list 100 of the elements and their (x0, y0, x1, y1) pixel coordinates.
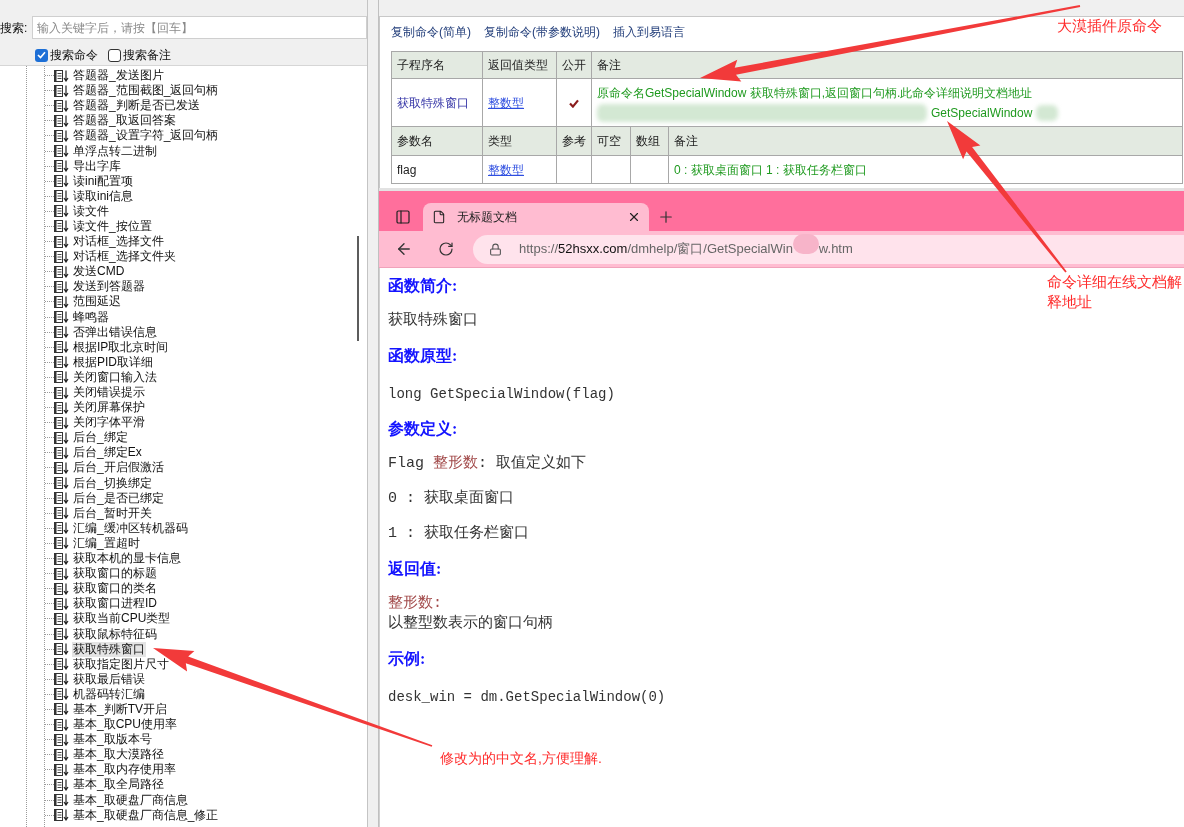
browser-tab[interactable]: 无标题文档 (423, 203, 649, 231)
tree-item[interactable]: 基本_取版本号 (72, 732, 153, 748)
tree-item[interactable]: 关闭字体平滑 (72, 415, 146, 431)
tree-item[interactable]: 读取ini信息 (72, 188, 134, 204)
tree-item[interactable]: 后台_开启假激活 (72, 460, 165, 476)
tree-item[interactable]: 导出字库 (72, 158, 122, 174)
document-arrow-icon (54, 567, 69, 580)
tree-item[interactable]: 范围延迟 (72, 294, 122, 310)
tree-item[interactable]: 后台_是否已绑定 (72, 490, 165, 506)
document-arrow-icon (54, 597, 69, 610)
tree-item[interactable]: 关闭错误提示 (72, 385, 146, 400)
page-icon (432, 210, 446, 224)
document-arrow-icon (54, 748, 69, 761)
tree-item[interactable]: 否弹出错误信息 (72, 324, 158, 340)
document-arrow-icon (54, 326, 69, 339)
tree-item[interactable]: 发送到答题器 (72, 279, 146, 295)
tree-item[interactable]: 后台_绑定Ex (72, 445, 143, 461)
tree-item[interactable]: 获取窗口的标题 (72, 566, 158, 582)
tree-item[interactable]: 后台_暂时开关 (72, 505, 153, 521)
document-arrow-icon (54, 416, 69, 429)
tree-item[interactable]: 获取最后错误 (72, 671, 146, 687)
tree-item[interactable]: 根据PID取详细 (72, 354, 154, 370)
toolbar-link[interactable]: 复制命令(简单) (391, 23, 471, 41)
document-arrow-icon (54, 401, 69, 414)
tree-item[interactable]: 发送CMD (72, 264, 126, 280)
tree-item[interactable]: 后台_绑定 (72, 430, 129, 446)
scrollbar-thumb[interactable] (357, 236, 359, 341)
document-arrow-icon (54, 205, 69, 218)
tree-item[interactable]: 基本_取硬盘厂商信息_修正 (72, 807, 220, 823)
search-label: 搜索: (0, 19, 29, 37)
search-field[interactable]: 输入关键字后，请按【回车】 (32, 16, 367, 39)
document-arrow-icon (54, 69, 69, 82)
tree-item[interactable]: 获取鼠标特征码 (72, 626, 158, 642)
reload-icon (438, 241, 454, 257)
tree-item[interactable]: 基本_取全局路径 (72, 777, 165, 793)
tree-item[interactable]: 基本_取硬盘厂商信息 (72, 792, 189, 808)
checkbox[interactable] (108, 48, 121, 62)
tab-title: 无标题文档 (457, 209, 517, 226)
tree-item[interactable]: 答题器_范围截图_返回句柄 (72, 83, 220, 99)
tree-item[interactable]: 汇编_缓冲区转机器码 (72, 520, 189, 536)
tree-item[interactable]: 关闭窗口输入法 (72, 369, 158, 385)
tree-item[interactable]: 答题器_设置字符_返回句柄 (72, 128, 220, 144)
document-arrow-icon (54, 673, 69, 686)
tree-item[interactable]: 根据IP取北京时间 (72, 339, 170, 355)
annotation-text: 命令详细在线文档解释地址 (1047, 272, 1183, 312)
tree-item[interactable]: 机器码转汇编 (72, 686, 146, 702)
tree-item[interactable]: 基本_取内存使用率 (72, 762, 177, 778)
tree-item[interactable]: 关闭屏幕保护 (72, 400, 146, 416)
tree-item[interactable]: 汇编_置超时 (72, 535, 141, 551)
section-heading: 参数定义: (388, 419, 458, 439)
column-header: 公开 (556, 51, 592, 79)
checkbox-label[interactable]: 搜索命令 (50, 47, 98, 63)
table-cell: 获取特殊窗口 (391, 78, 483, 127)
tree-item[interactable]: 获取窗口进程ID (72, 596, 158, 612)
tree-item[interactable]: 获取本机的显卡信息 (72, 551, 182, 567)
section-heading: 函数简介: (388, 276, 458, 296)
toolbar-link[interactable]: 插入到易语言 (613, 23, 685, 41)
table-cell: flag (391, 155, 483, 184)
tree-item[interactable]: 读文件 (72, 203, 110, 219)
doc-text: 0 : 获取桌面窗口 (388, 489, 514, 509)
tree-item[interactable]: 基本_取CPU使用率 (72, 717, 178, 733)
checkbox[interactable] (35, 48, 48, 62)
tree-item[interactable]: 获取窗口的类名 (72, 581, 158, 597)
document-arrow-icon (54, 477, 69, 490)
column-header: 子程序名 (391, 51, 483, 79)
document-arrow-icon (54, 371, 69, 384)
document-arrow-icon (54, 235, 69, 248)
blurred-block (1036, 105, 1059, 121)
plus-icon (657, 208, 675, 226)
checkbox-label[interactable]: 搜索备注 (123, 47, 171, 63)
tree-item[interactable]: 对话框_选择文件 (72, 234, 165, 250)
tree-item[interactable]: 获取指定图片尺寸 (72, 656, 170, 672)
document-arrow-icon (54, 537, 69, 550)
tree-item[interactable]: 读文件_按位置 (72, 219, 153, 234)
document-arrow-icon (54, 311, 69, 324)
tree-item[interactable]: 获取当前CPU类型 (72, 611, 172, 627)
document-arrow-icon (54, 552, 69, 565)
document-arrow-icon (54, 280, 69, 293)
cover-blob (792, 234, 819, 254)
document-arrow-icon (54, 718, 69, 731)
tree-item[interactable]: 对话框_选择文件夹 (72, 249, 177, 265)
toolbar-link[interactable]: 复制命令(带参数说明) (484, 23, 600, 41)
remark-text: GetSpecialWindow (931, 105, 1033, 122)
tree-item[interactable]: 答题器_发送图片 (72, 68, 165, 84)
document-arrow-icon (54, 145, 69, 157)
tree-item[interactable]: 单浮点转二进制 (72, 143, 158, 159)
tree-item[interactable]: 蜂鸣器 (72, 309, 110, 325)
tree-item[interactable]: 后台_切换绑定 (72, 475, 153, 491)
tree-item[interactable]: 基本_取大漠路径 (72, 747, 165, 763)
tree-item[interactable]: 获取特殊窗口 (72, 641, 146, 657)
tree-item[interactable]: 答题器_判断是否已发送 (72, 98, 201, 114)
type-link[interactable]: 整数型 (488, 95, 524, 110)
address-field[interactable]: https://52hsxx.com/dmhelp/窗口/GetSpecialWin w.htm (473, 234, 1184, 264)
doc-text: Flag 整形数: 取值定义如下 (388, 454, 587, 474)
tree-item[interactable]: 基本_判断TV开启 (72, 702, 168, 717)
column-header: 备注 (591, 51, 1183, 79)
document-arrow-icon (54, 84, 69, 97)
tree-item[interactable]: 答题器_取返回答案 (72, 113, 177, 129)
tree-item[interactable]: 读ini配置项 (72, 173, 134, 189)
doc-text: 以整型数表示的窗口句柄 (388, 614, 553, 634)
